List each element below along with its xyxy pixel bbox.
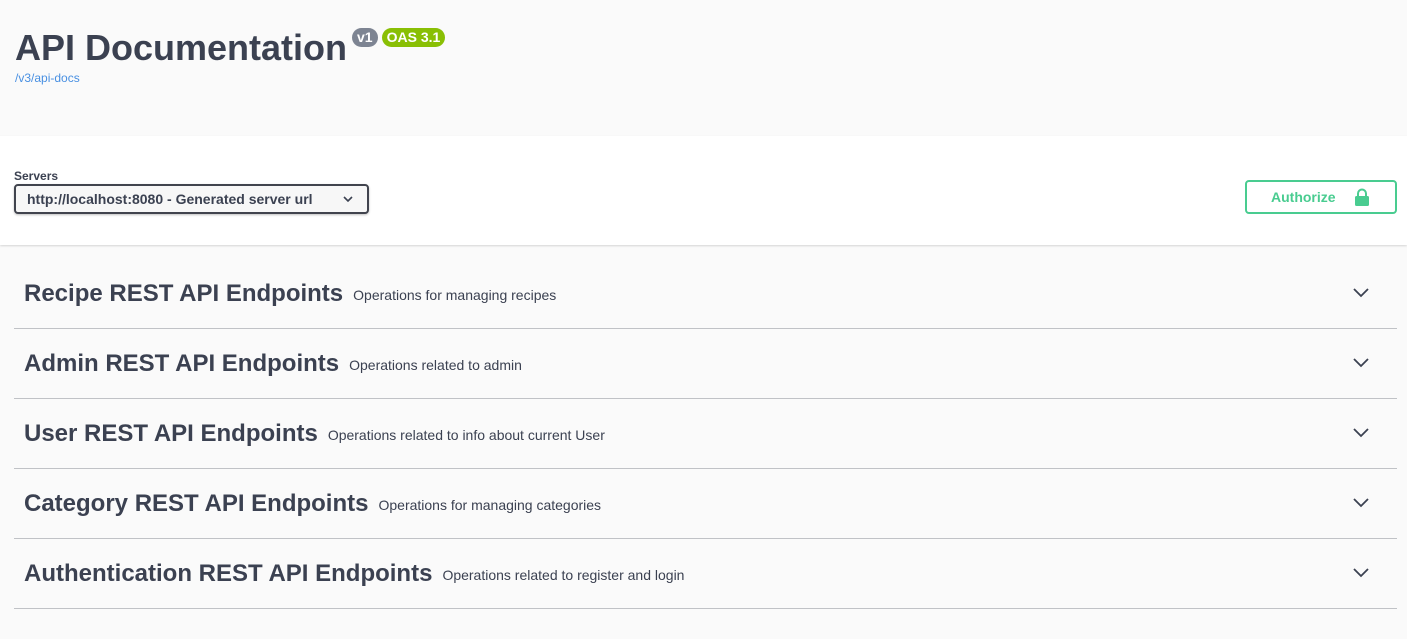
tag-description: Operations related to register and login [442,566,685,583]
tag-description: Operations for managing categories [378,496,602,513]
oas-badge: OAS 3.1 [381,28,446,47]
chevron-down-icon[interactable] [1352,565,1370,579]
authorize-button[interactable]: Authorize [1245,180,1397,214]
server-select[interactable]: http://localhost:8080 - Generated server… [14,184,369,214]
version-badge: v1 [352,28,378,47]
authorize-label: Authorize [1271,189,1336,205]
server-select-value: http://localhost:8080 - Generated server… [27,191,313,207]
page-title: API Documentation [15,27,348,68]
tag-description: Operations for managing recipes [353,286,557,303]
tag-recipe[interactable]: Recipe REST API Endpoints Operations for… [14,259,1397,329]
chevron-down-icon[interactable] [1352,355,1370,369]
chevron-down-icon[interactable] [1352,495,1370,509]
tag-description: Operations related to info about current… [327,426,605,443]
lock-icon [1355,188,1369,206]
tag-description: Operations related to admin [349,356,522,373]
tag-name: Category REST API Endpoints [24,489,369,517]
tag-user[interactable]: User REST API Endpoints Operations relat… [14,399,1397,469]
chevron-down-icon[interactable] [1352,425,1370,439]
servers-label: Servers [14,169,59,183]
tag-category[interactable]: Category REST API Endpoints Operations f… [14,469,1397,539]
tag-authentication[interactable]: Authentication REST API Endpoints Operat… [14,539,1397,609]
title-row: API Documentation v1 OAS 3.1 [15,26,446,70]
info-section: API Documentation v1 OAS 3.1 /v3/api-doc… [0,0,1407,136]
tag-list: Recipe REST API Endpoints Operations for… [14,259,1397,609]
tag-name: Admin REST API Endpoints [24,349,340,377]
tag-name: User REST API Endpoints [24,419,318,447]
tag-admin[interactable]: Admin REST API Endpoints Operations rela… [14,329,1397,399]
chevron-down-icon [343,196,353,203]
tag-name: Recipe REST API Endpoints [24,279,344,307]
chevron-down-icon[interactable] [1352,285,1370,299]
spec-link[interactable]: /v3/api-docs [15,71,80,85]
tag-name: Authentication REST API Endpoints [24,559,433,587]
